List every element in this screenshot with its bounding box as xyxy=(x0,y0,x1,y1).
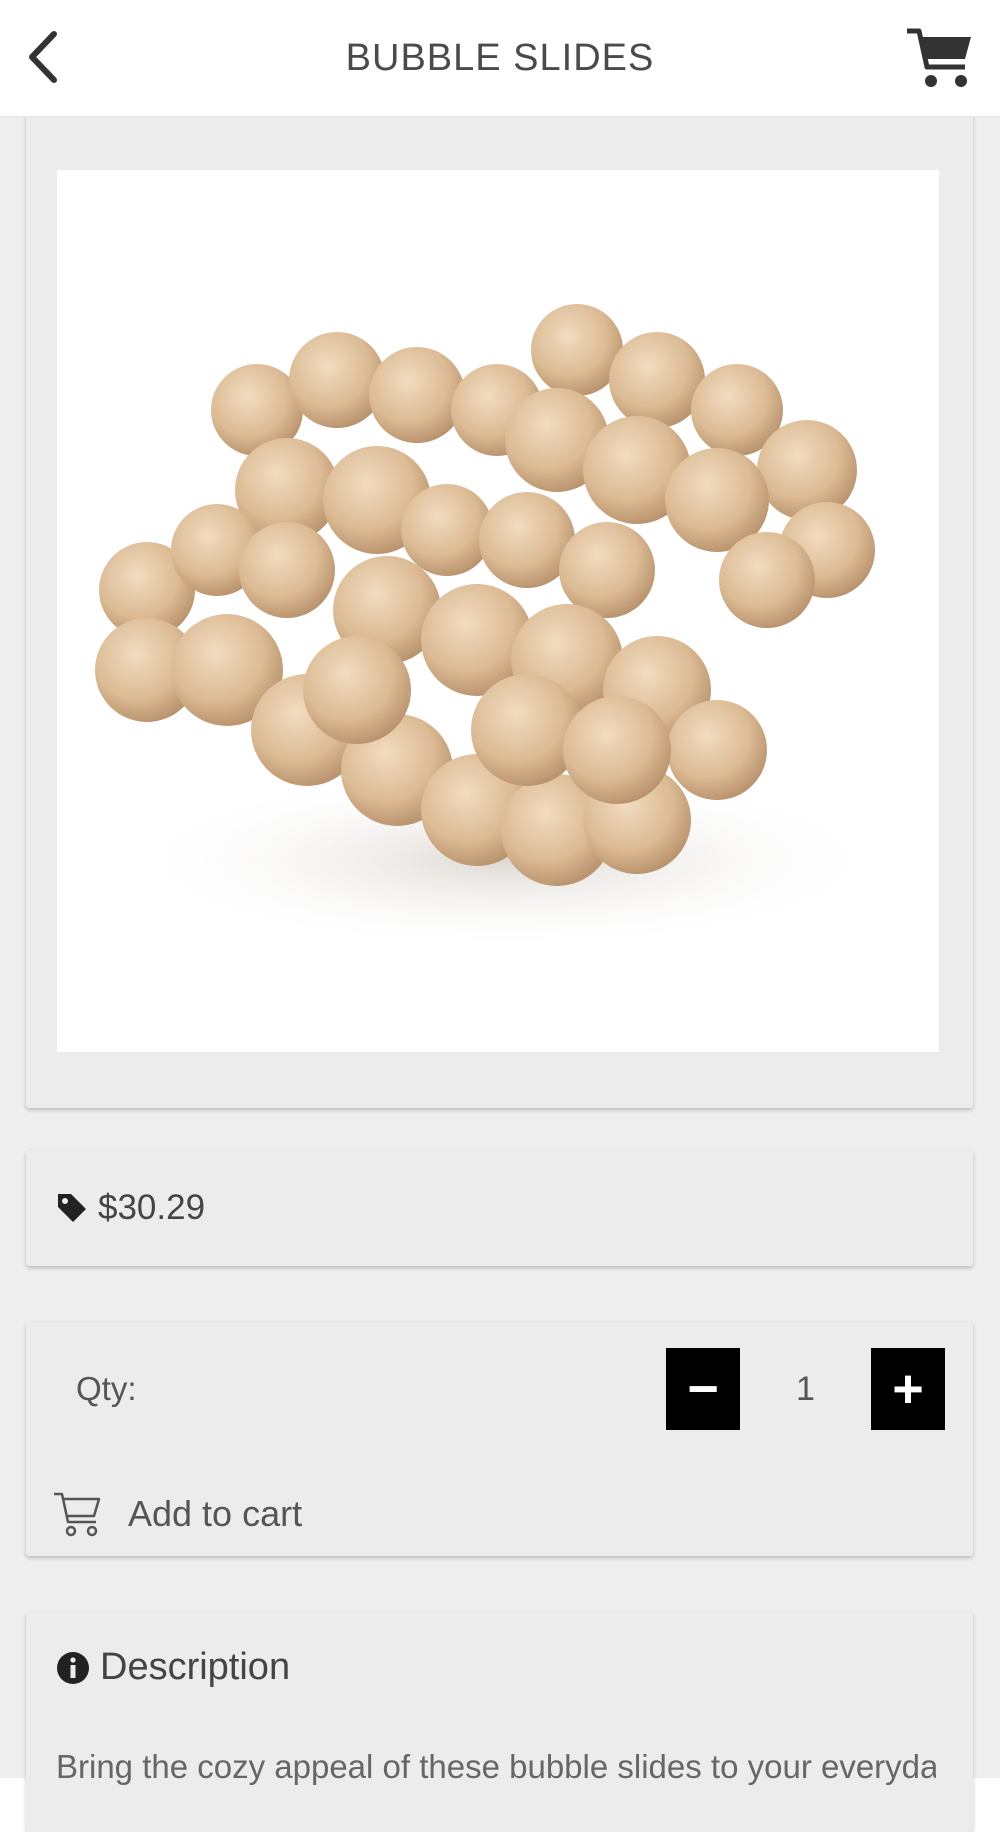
description-text: Bring the cozy appeal of these bubble sl… xyxy=(56,1748,936,1785)
app-header: BUBBLE SLIDES xyxy=(0,0,1000,117)
description-title: Description xyxy=(100,1646,291,1688)
shopping-cart-icon xyxy=(907,28,971,87)
product-content: $30.29 Qty: − 1 + Add to cart Descriptio… xyxy=(0,106,1000,1832)
price-card: $30.29 xyxy=(26,1150,973,1266)
quantity-label: Qty: xyxy=(76,1370,137,1407)
page-title: BUBBLE SLIDES xyxy=(345,36,655,79)
price-row: $30.29 xyxy=(56,1150,205,1266)
tag-icon xyxy=(58,1194,86,1222)
quantity-value: 1 xyxy=(796,1369,815,1408)
add-to-cart-button[interactable]: Add to cart xyxy=(52,1482,302,1546)
description-heading[interactable]: Description xyxy=(56,1646,290,1689)
product-image[interactable] xyxy=(57,170,939,1052)
bubble-slides-illustration xyxy=(95,304,887,950)
increase-quantity-button[interactable]: + xyxy=(871,1348,945,1430)
decrease-quantity-button[interactable]: − xyxy=(666,1348,740,1430)
cart-button[interactable] xyxy=(902,20,978,96)
description-card: Description Bring the cozy appeal of the… xyxy=(26,1612,973,1832)
product-image-card xyxy=(26,106,973,1108)
info-circle-icon xyxy=(57,1651,89,1684)
quantity-card: Qty: − 1 + Add to cart xyxy=(26,1322,973,1556)
product-price: $30.29 xyxy=(98,1188,206,1227)
cart-outline-icon xyxy=(54,1492,101,1537)
add-to-cart-label: Add to cart xyxy=(128,1493,303,1534)
